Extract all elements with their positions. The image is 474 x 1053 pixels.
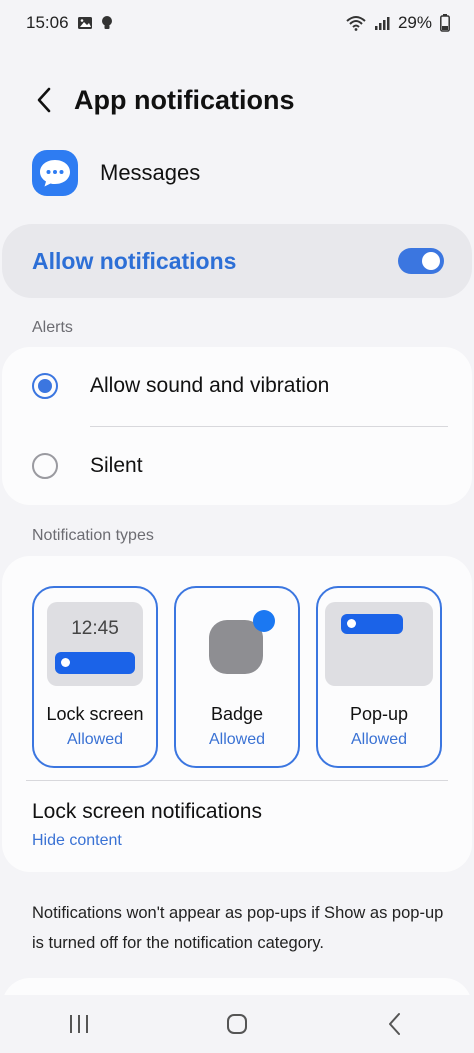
notification-bar-icon bbox=[55, 652, 135, 674]
tile-title: Badge bbox=[210, 704, 264, 724]
status-bar: 15:06 29% bbox=[0, 0, 474, 46]
allow-notifications-row[interactable]: Allow notifications bbox=[2, 224, 472, 298]
tile-title: Lock screen bbox=[46, 704, 144, 724]
back-icon bbox=[389, 1013, 400, 1035]
battery-percent: 29% bbox=[397, 13, 432, 32]
gallery-icon bbox=[77, 15, 93, 31]
home-button[interactable] bbox=[207, 999, 267, 1049]
status-right: 29% bbox=[346, 13, 450, 33]
home-icon bbox=[227, 1014, 247, 1034]
recents-button[interactable] bbox=[49, 999, 109, 1049]
status-left: 15:06 bbox=[26, 13, 113, 33]
toggle-knob bbox=[422, 252, 440, 270]
app-name: Messages bbox=[100, 160, 201, 185]
footnote-text: Notifications won't appear as pop-ups if… bbox=[32, 904, 444, 952]
battery-icon bbox=[440, 14, 450, 32]
nav-back-button[interactable] bbox=[365, 999, 425, 1049]
tile-status: Allowed bbox=[66, 731, 124, 748]
alerts-card: Allow sound and vibration Silent bbox=[2, 347, 472, 505]
alert-option-sound-vibration[interactable]: Allow sound and vibration bbox=[2, 347, 472, 425]
header: App notifications bbox=[0, 70, 474, 130]
notification-types-section-label: Notification types bbox=[32, 527, 154, 544]
lock-screen-preview: 12:45 bbox=[47, 602, 143, 686]
page-title: App notifications bbox=[74, 84, 295, 115]
bulb-icon bbox=[101, 15, 113, 31]
alert-option-label: Allow sound and vibration bbox=[90, 374, 330, 397]
notification-types-card: 12:45 Lock screen Allowed Badge Allowed … bbox=[2, 556, 472, 872]
tile-status: Allowed bbox=[350, 731, 408, 748]
back-button[interactable] bbox=[24, 80, 64, 120]
lock-screen-preview-time: 12:45 bbox=[71, 618, 119, 639]
chevron-left-icon bbox=[37, 87, 51, 113]
allow-notifications-label: Allow notifications bbox=[32, 247, 237, 274]
badge-preview bbox=[189, 602, 285, 686]
tile-status: Allowed bbox=[208, 731, 266, 748]
messages-icon bbox=[32, 150, 78, 196]
tile-title: Pop-up bbox=[349, 704, 409, 724]
recents-icon bbox=[70, 1015, 88, 1033]
navigation-bar bbox=[0, 995, 474, 1053]
tile-lock-screen[interactable]: 12:45 Lock screen Allowed bbox=[32, 586, 158, 768]
pop-up-preview bbox=[325, 602, 433, 686]
alerts-section-label: Alerts bbox=[32, 319, 73, 336]
pop-up-bar-icon bbox=[341, 614, 403, 634]
status-time: 15:06 bbox=[26, 13, 69, 32]
lock-screen-notifications-title[interactable]: Lock screen notifications bbox=[32, 800, 262, 824]
tile-badge[interactable]: Badge Allowed bbox=[174, 586, 300, 768]
badge-dot-icon bbox=[253, 610, 275, 632]
signal-icon bbox=[374, 15, 390, 31]
alert-option-label: Silent bbox=[90, 454, 143, 477]
wifi-icon bbox=[346, 15, 366, 31]
radio-selected[interactable] bbox=[32, 373, 58, 399]
app-row: Messages bbox=[32, 150, 200, 196]
lock-screen-notifications-value: Hide content bbox=[32, 832, 122, 849]
tile-pop-up[interactable]: Pop-up Allowed bbox=[316, 586, 442, 768]
allow-notifications-toggle[interactable] bbox=[398, 248, 444, 274]
alert-option-silent[interactable]: Silent bbox=[2, 427, 472, 505]
types-divider bbox=[26, 780, 448, 781]
radio-unselected[interactable] bbox=[32, 453, 58, 479]
